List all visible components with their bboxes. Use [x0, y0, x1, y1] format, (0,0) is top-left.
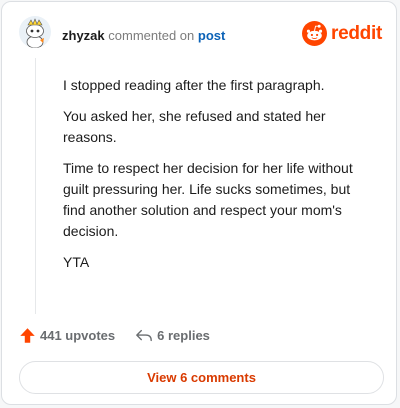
comment-paragraph: YTA	[63, 254, 90, 270]
comment-paragraph: I stopped reading after the first paragr…	[63, 77, 325, 93]
reddit-snoo-icon	[302, 21, 328, 46]
upvote-count: 441 upvotes	[40, 328, 116, 343]
thread-line[interactable]	[35, 58, 36, 314]
upvote-button[interactable]: 441 upvotes	[19, 327, 115, 344]
post-link[interactable]: post	[198, 28, 225, 43]
avatar-snoo-icon	[26, 18, 44, 48]
comment-body: I stopped reading after the first paragr…	[63, 75, 373, 283]
username-link[interactable]: zhyzak	[62, 28, 105, 43]
action-text: commented on	[108, 28, 195, 43]
reddit-logo[interactable]: reddit	[302, 21, 382, 46]
reddit-wordmark: reddit	[331, 22, 382, 44]
upvote-arrow-icon	[20, 328, 35, 343]
comment-paragraph: Time to respect her decision for her lif…	[63, 160, 353, 239]
avatar[interactable]	[19, 16, 51, 48]
replies-button[interactable]: 6 replies	[135, 328, 210, 344]
comment-header: zhyzak commented on post	[62, 28, 225, 43]
comment-actions: 441 upvotes 6 replies	[19, 327, 210, 344]
view-comments-button[interactable]: View 6 comments	[19, 361, 384, 394]
comment-paragraph: You asked her, she refused and stated he…	[63, 108, 326, 145]
comment-card: zhyzak commented on post reddit I stoppe…	[1, 1, 397, 405]
reply-arrow-icon	[136, 329, 153, 341]
replies-count: 6 replies	[157, 328, 210, 343]
